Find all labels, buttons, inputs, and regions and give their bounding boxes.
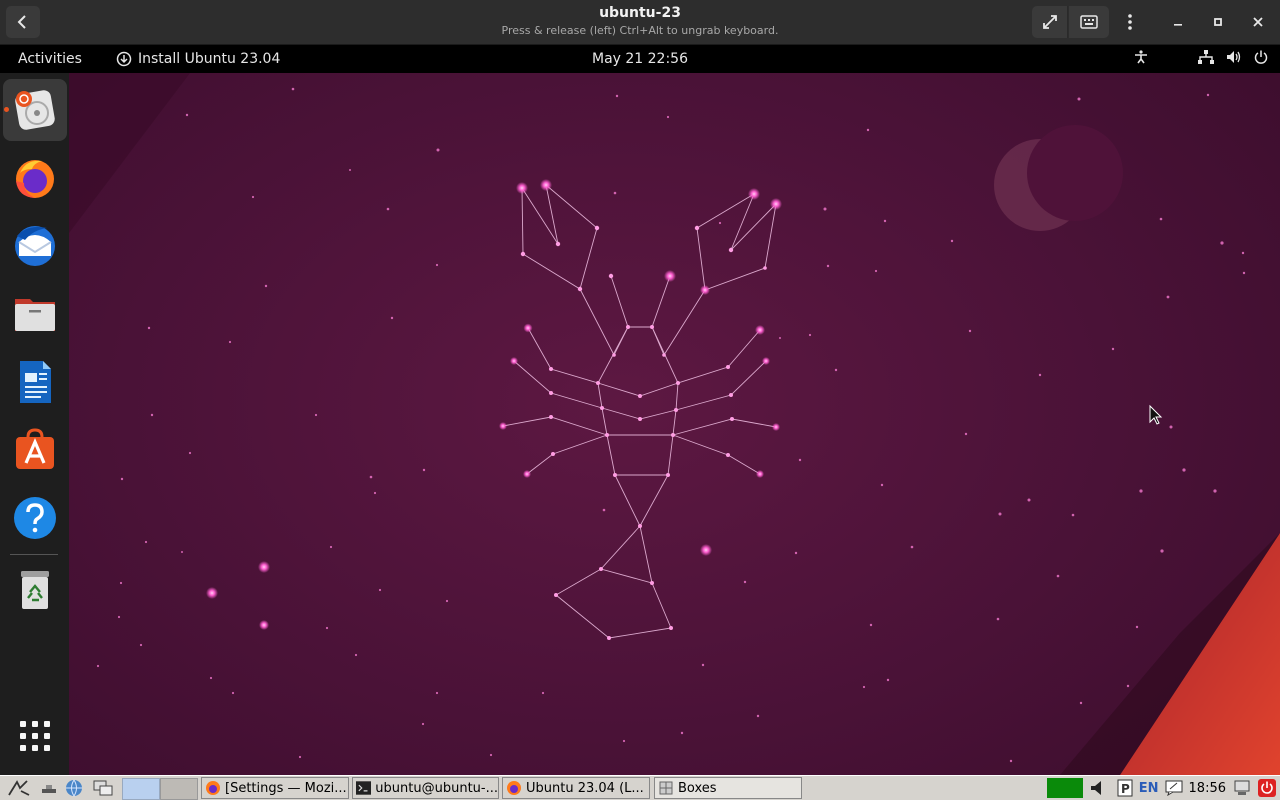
chat-icon[interactable]: [1165, 780, 1183, 796]
task-ubuntu-firefox[interactable]: Ubuntu 23.04 (L...: [502, 777, 650, 799]
install-ubuntu-label: Install Ubuntu 23.04: [138, 51, 281, 67]
power-icon[interactable]: [1258, 779, 1276, 797]
grid-icon: [20, 721, 50, 751]
network-icon[interactable]: [1232, 779, 1252, 797]
terminal-icon: [356, 781, 372, 795]
dock-item-files[interactable]: [3, 283, 67, 345]
download-icon: [116, 51, 132, 67]
volume-icon[interactable]: [1226, 50, 1242, 64]
writer-icon: [20, 361, 51, 403]
lobster-constellation: [502, 184, 777, 639]
cpu-monitor-graph[interactable]: [1046, 778, 1083, 798]
desktop-icon: [42, 785, 56, 793]
system-tray[interactable]: [1134, 50, 1268, 64]
clock[interactable]: May 21 22:56: [592, 51, 688, 67]
parking-icon[interactable]: P: [1117, 779, 1133, 797]
task-label: ubuntu@ubuntu-...: [375, 780, 498, 796]
host-clock[interactable]: 18:56: [1189, 781, 1226, 796]
more-vertical-icon: [1128, 14, 1132, 30]
window-switcher[interactable]: [90, 778, 116, 798]
ubuntu-dock: [0, 73, 69, 775]
help-icon: [14, 497, 56, 539]
minimize-button[interactable]: [1160, 6, 1196, 38]
dock-item-firefox[interactable]: [3, 147, 67, 209]
gnome-top-bar: Activities Install Ubuntu 23.04 May 21 2…: [0, 45, 1280, 73]
accessibility-icon[interactable]: [1134, 50, 1148, 64]
boxes-icon: [659, 781, 673, 795]
browser-launcher[interactable]: [62, 778, 86, 798]
app-center-icon: [16, 428, 54, 469]
running-indicator: [4, 107, 9, 112]
firefox-icon: [206, 781, 220, 795]
task-settings-firefox[interactable]: [Settings — Mozi...: [201, 777, 349, 799]
close-button[interactable]: [1240, 6, 1276, 38]
fullscreen-button[interactable]: [1032, 6, 1068, 38]
wallpaper-art: [69, 73, 1280, 775]
activities-button[interactable]: Activities: [18, 51, 82, 67]
dock-item-writer[interactable]: [3, 351, 67, 413]
workspace-1[interactable]: [122, 778, 160, 800]
maximize-icon: [1214, 18, 1222, 26]
host-system-tray: P EN 18:56: [1046, 777, 1280, 799]
menu-button[interactable]: [1112, 6, 1148, 38]
thunderbird-icon: [15, 226, 55, 266]
dock-item-app-center[interactable]: [3, 419, 67, 481]
trash-icon: [21, 571, 49, 609]
windows-icon: [93, 780, 113, 796]
start-menu-button[interactable]: [4, 778, 34, 798]
dock-separator: [10, 554, 58, 555]
dock-item-thunderbird[interactable]: [3, 215, 67, 277]
mouse-cursor: [1149, 404, 1163, 425]
power-icon[interactable]: [1254, 50, 1268, 64]
task-boxes[interactable]: Boxes: [654, 777, 802, 799]
workspace-2[interactable]: [160, 778, 198, 800]
task-label: [Settings — Mozi...: [225, 780, 347, 796]
dock-item-trash[interactable]: [3, 559, 67, 621]
dock-item-installer[interactable]: [3, 79, 67, 141]
globe-icon: [66, 779, 82, 797]
firefox-icon: [16, 160, 54, 198]
task-label: Boxes: [678, 780, 717, 796]
close-icon: [1253, 17, 1263, 27]
maximize-button[interactable]: [1200, 6, 1236, 38]
ubuntu-installer-icon: [15, 90, 55, 130]
send-keys-button[interactable]: [1069, 6, 1109, 38]
host-taskbar: [Settings — Mozi... ubuntu@ubuntu-... Ub…: [0, 775, 1280, 800]
volume-icon[interactable]: [1089, 780, 1111, 796]
minimize-icon: [1174, 24, 1182, 26]
desktop-wallpaper: [0, 73, 1280, 775]
files-icon: [15, 299, 55, 331]
keyboard-icon: [1080, 15, 1098, 29]
keyboard-layout[interactable]: EN: [1139, 781, 1159, 796]
svg-text:P: P: [1121, 782, 1130, 796]
network-wired-icon[interactable]: [1198, 50, 1214, 64]
task-terminal[interactable]: ubuntu@ubuntu-...: [352, 777, 499, 799]
show-desktop-button[interactable]: [38, 778, 60, 798]
show-apps-button[interactable]: [3, 705, 67, 767]
firefox-icon: [507, 781, 521, 795]
boxes-header-bar: ubuntu-23 Press & release (left) Ctrl+Al…: [0, 0, 1280, 45]
fullscreen-icon: [1042, 15, 1057, 29]
dock-item-help[interactable]: [3, 487, 67, 549]
start-icon: [8, 780, 30, 796]
install-ubuntu-indicator[interactable]: Install Ubuntu 23.04: [116, 51, 280, 67]
task-label: Ubuntu 23.04 (L...: [526, 780, 644, 796]
